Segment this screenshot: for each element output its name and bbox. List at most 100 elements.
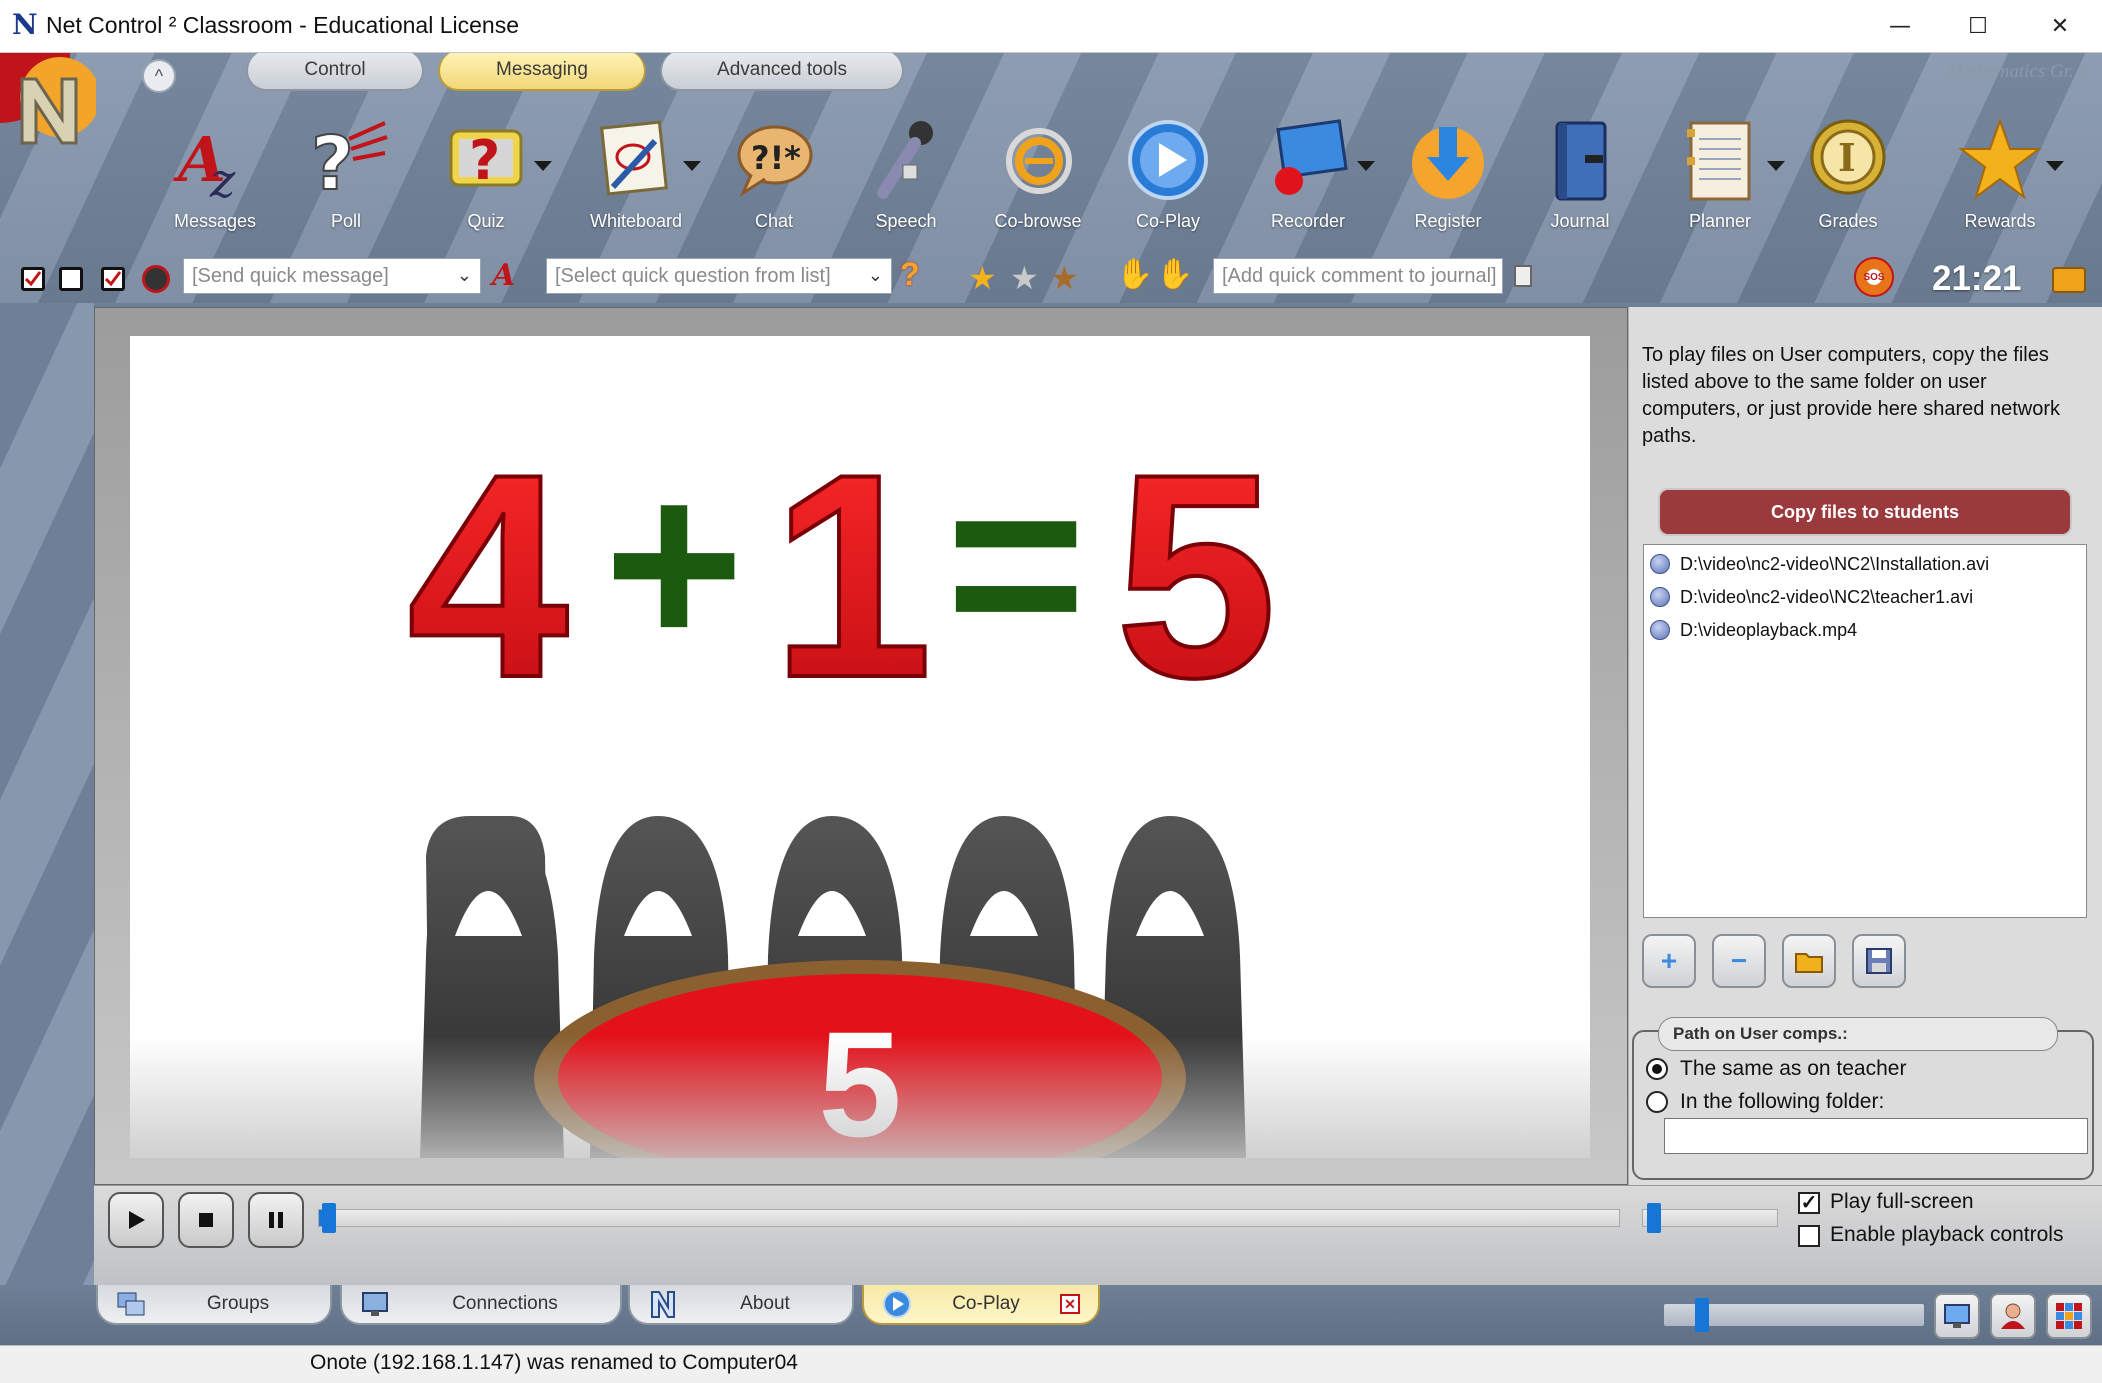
folder-path-input[interactable] (1664, 1118, 2088, 1154)
progress-slider-thumb[interactable] (322, 1203, 336, 1233)
messages-az-icon: Az (167, 117, 263, 203)
radio-same-as-teacher[interactable] (1646, 1058, 1668, 1080)
recorder-tool-button[interactable]: Recorder (1248, 117, 1368, 237)
lower-hand-icon[interactable]: ✋ (1156, 257, 1193, 292)
tab-co-play[interactable]: Co-Play ✕ (862, 1285, 1100, 1325)
view-grid-button[interactable] (2046, 1293, 2092, 1339)
sos-lifebuoy-icon[interactable]: SOS (1854, 257, 1894, 297)
rewards-tool-button[interactable]: Rewards (1940, 117, 2060, 237)
rewards-label: Rewards (1964, 211, 2036, 231)
select-none-checkbox-icon[interactable] (59, 267, 83, 291)
zoom-slider-thumb[interactable] (1695, 1298, 1709, 1332)
equation-operand-a: 4 (407, 414, 570, 738)
grades-tool-button[interactable]: I Grades (1788, 117, 1908, 237)
svg-text:?!*: ?!* (751, 139, 801, 177)
chat-tool-button[interactable]: ?!* Chat (714, 117, 834, 237)
quiz-tool-button[interactable]: ? Quiz (426, 117, 546, 237)
volume-slider[interactable] (1642, 1209, 1778, 1227)
send-question-icon[interactable]: ? (900, 256, 920, 293)
pause-button[interactable] (248, 1192, 304, 1248)
quick-message-combo[interactable]: [Send quick message] ⌄ (183, 258, 481, 294)
planner-dropdown-chevron-icon[interactable] (1767, 161, 1785, 171)
file-path: D:\video\nc2-video\NC2\teacher1.avi (1680, 586, 1974, 607)
chevron-down-icon: ⌄ (867, 265, 883, 285)
view-users-button[interactable] (1990, 1293, 2036, 1339)
clock: 21:21 (1932, 259, 2022, 298)
co-browse-tool-button[interactable]: Co-browse (978, 117, 1098, 237)
file-path: D:\videoplayback.mp4 (1680, 619, 1858, 640)
tab-connections-label: Connections (452, 1293, 558, 1314)
grades-medal-icon: I (1800, 117, 1896, 203)
tab-messaging[interactable]: Messaging (438, 53, 646, 91)
open-folder-button[interactable] (1782, 934, 1836, 988)
quick-question-combo[interactable]: [Select quick question from list] ⌄ (546, 258, 892, 294)
list-item[interactable]: D:\videoplayback.mp4 (1650, 615, 1857, 645)
block-selection-icon[interactable] (142, 265, 170, 293)
file-list[interactable]: D:\video\nc2-video\NC2\Installation.avi … (1643, 544, 2087, 918)
tab-connections[interactable]: Connections (340, 1285, 622, 1325)
play-circle-icon (1120, 117, 1216, 203)
messages-tool-button[interactable]: Az Messages (155, 117, 275, 237)
add-file-button[interactable]: + (1642, 934, 1696, 988)
bronze-star-icon[interactable]: ★ (1050, 259, 1079, 297)
play-fullscreen-checkbox[interactable]: ✓ (1798, 1192, 1820, 1214)
grades-label: Grades (1818, 211, 1878, 231)
invert-selection-checkbox-icon[interactable] (101, 267, 125, 291)
list-item[interactable]: D:\video\nc2-video\NC2\teacher1.avi (1650, 582, 1973, 612)
radio-following-folder[interactable] (1646, 1091, 1668, 1113)
groups-icon (117, 1292, 145, 1316)
whiteboard-tool-button[interactable]: Whiteboard (576, 117, 696, 237)
close-button[interactable]: ✕ (2026, 0, 2094, 53)
gold-star-icon[interactable]: ★ (968, 259, 997, 297)
file-bullet-icon (1650, 620, 1670, 640)
minimize-button[interactable]: — (1866, 0, 1934, 53)
maximize-button[interactable]: ☐ (1944, 0, 2012, 53)
journal-note-icon[interactable] (1514, 265, 1532, 287)
co-play-tool-button[interactable]: Co-Play (1108, 117, 1228, 237)
planner-label: Planner (1688, 211, 1752, 231)
progress-slider[interactable] (318, 1209, 1620, 1227)
collapse-ribbon-button[interactable]: ^ (142, 59, 176, 93)
toolbox-icon[interactable] (2052, 267, 2086, 293)
rewards-dropdown-chevron-icon[interactable] (2046, 161, 2064, 171)
view-thumbnails-button[interactable] (1934, 1293, 1980, 1339)
enable-playback-controls-checkbox[interactable] (1798, 1225, 1820, 1247)
whiteboard-dropdown-chevron-icon[interactable] (683, 161, 701, 171)
tab-groups[interactable]: Groups (96, 1285, 332, 1325)
quick-comment-input[interactable]: [Add quick comment to journal] (1213, 258, 1503, 294)
recorder-dropdown-chevron-icon[interactable] (1357, 161, 1375, 171)
enable-controls-label: Enable playback controls (1830, 1223, 2064, 1246)
stop-button[interactable] (178, 1192, 234, 1248)
tab-advanced-tools[interactable]: Advanced tools (660, 53, 904, 91)
silver-star-icon[interactable]: ★ (1010, 259, 1039, 297)
microphone-icon (858, 117, 954, 203)
journal-label: Journal (1550, 211, 1610, 231)
quiz-dropdown-chevron-icon[interactable] (534, 161, 552, 171)
tab-about[interactable]: About (628, 1285, 854, 1325)
speech-tool-button[interactable]: Speech (846, 117, 966, 237)
list-item[interactable]: D:\video\nc2-video\NC2\Installation.avi (1650, 549, 1989, 579)
planner-tool-button[interactable]: Planner (1660, 117, 1780, 237)
copy-files-button[interactable]: Copy files to students (1658, 488, 2072, 536)
journal-tool-button[interactable]: Journal (1520, 117, 1640, 237)
minus-icon: − (1730, 945, 1748, 976)
app-logo-icon: N (12, 8, 38, 41)
whiteboard-icon (588, 117, 684, 203)
volume-slider-thumb[interactable] (1647, 1203, 1661, 1233)
class-name-label: Mathematics Gr. 6 (1947, 61, 2088, 82)
register-tool-button[interactable]: Register (1388, 117, 1508, 237)
monitor-view-icon (1944, 1304, 1970, 1328)
close-tab-icon[interactable]: ✕ (1060, 1294, 1080, 1314)
send-message-icon[interactable]: A (492, 258, 522, 294)
net-control-logo-icon[interactable] (0, 53, 96, 149)
select-all-checkbox-icon[interactable] (21, 267, 45, 291)
poll-tool-button[interactable]: ? Poll (286, 117, 406, 237)
video-frame[interactable]: 4 + 1 = 5 5 (130, 336, 1590, 1158)
equation-plus-sign: + (604, 429, 744, 697)
play-button[interactable] (108, 1192, 164, 1248)
ribbon: ^ Control Messaging Advanced tools Mathe… (0, 53, 2102, 303)
save-list-button[interactable] (1852, 934, 1906, 988)
raise-hand-icon[interactable]: ✋ (1116, 257, 1153, 292)
tab-control[interactable]: Control (246, 53, 424, 91)
remove-file-button[interactable]: − (1712, 934, 1766, 988)
